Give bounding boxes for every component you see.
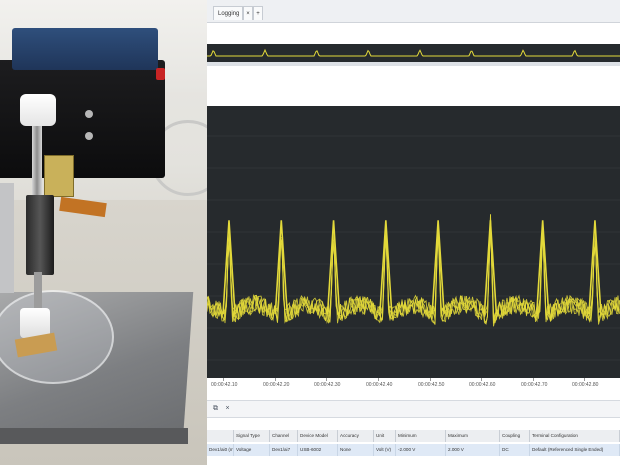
signal-graph[interactable] — [207, 106, 620, 378]
time-tick — [378, 378, 379, 381]
column-header[interactable]: Coupling — [500, 430, 530, 442]
table-cell[interactable]: Default (Referenced Single Ended) — [530, 444, 620, 456]
sensor-shaft — [34, 272, 42, 312]
time-tick-label: 00:00:42.80 — [572, 382, 599, 388]
column-header[interactable] — [207, 430, 234, 442]
column-header[interactable]: Terminal Configuration — [530, 430, 620, 442]
time-tick — [430, 378, 431, 381]
column-header[interactable]: Unit — [374, 430, 396, 442]
table-cell[interactable]: DC — [500, 444, 530, 456]
time-tick-label: 00:00:42.40 — [366, 382, 393, 388]
copy-icon[interactable]: ⧉ — [211, 404, 220, 413]
column-header[interactable]: Channel — [270, 430, 298, 442]
close-icon[interactable]: × — [223, 404, 232, 413]
table-cell[interactable]: -2.000 V — [396, 444, 446, 456]
time-tick-label: 00:00:42.10 — [211, 382, 238, 388]
channel-table: Dev1/ai0 (mV)Signal TypeVoltageChannelDe… — [207, 430, 620, 465]
box-knob — [85, 132, 93, 140]
tab-close-icon[interactable]: × — [243, 6, 253, 20]
column-header[interactable]: Signal Type — [234, 430, 270, 442]
logging-application: Logging × + 00:00:42.10 00:00:42.20 00:00:… — [207, 0, 620, 465]
experiment-photo — [0, 0, 207, 465]
table-toolstrip: ⧉ × — [207, 400, 620, 418]
column-header[interactable]: Minimum — [396, 430, 446, 442]
column-header[interactable]: Accuracy — [338, 430, 374, 442]
white-cap — [20, 94, 56, 126]
overview-strip[interactable] — [207, 44, 620, 62]
time-tick-label: 00:00:42.50 — [418, 382, 445, 388]
time-tick-label: 00:00:42.70 — [521, 382, 548, 388]
time-tick — [326, 378, 327, 381]
time-tick — [275, 378, 276, 381]
force-sensor — [26, 195, 54, 275]
time-tick — [533, 378, 534, 381]
table-cell[interactable]: USB-6002 — [298, 444, 338, 456]
box-knob — [85, 110, 93, 118]
red-connector — [156, 68, 165, 80]
time-tick-label: 00:00:42.30 — [314, 382, 341, 388]
signal-peak — [274, 220, 289, 315]
table-cell[interactable]: None — [338, 444, 374, 456]
plate-edge — [0, 428, 188, 444]
column-header[interactable]: Device Model — [298, 430, 338, 442]
column-header[interactable]: Maximum — [446, 430, 500, 442]
table-cell[interactable]: 2.000 V — [446, 444, 500, 456]
overview-plot — [207, 48, 620, 57]
stand-frame — [0, 183, 14, 293]
time-tick — [481, 378, 482, 381]
add-tab-icon[interactable]: + — [253, 6, 263, 20]
overview-trace — [207, 48, 620, 57]
tab-bar: Logging × + — [207, 0, 620, 23]
table-cell[interactable]: Dev1/ai0 (mV) — [207, 444, 234, 456]
time-tick-label: 00:00:42.60 — [469, 382, 496, 388]
signal-plot — [207, 135, 620, 361]
time-tick-label: 00:00:42.20 — [263, 382, 290, 388]
tab-logging[interactable]: Logging — [213, 6, 243, 20]
table-cell[interactable]: Voltage — [234, 444, 270, 456]
overview-scrollbar[interactable] — [207, 62, 620, 66]
time-axis: 00:00:42.10 00:00:42.20 00:00:42.30 00:00:4… — [207, 378, 620, 394]
time-tick — [223, 378, 224, 381]
time-tick — [584, 378, 585, 381]
table-cell[interactable]: Dev1/ai7 — [270, 444, 298, 456]
instrument-lid — [12, 28, 158, 70]
stand-rod — [32, 120, 42, 200]
circuit-board — [44, 155, 74, 197]
table-cell[interactable]: Volt (V) — [374, 444, 396, 456]
